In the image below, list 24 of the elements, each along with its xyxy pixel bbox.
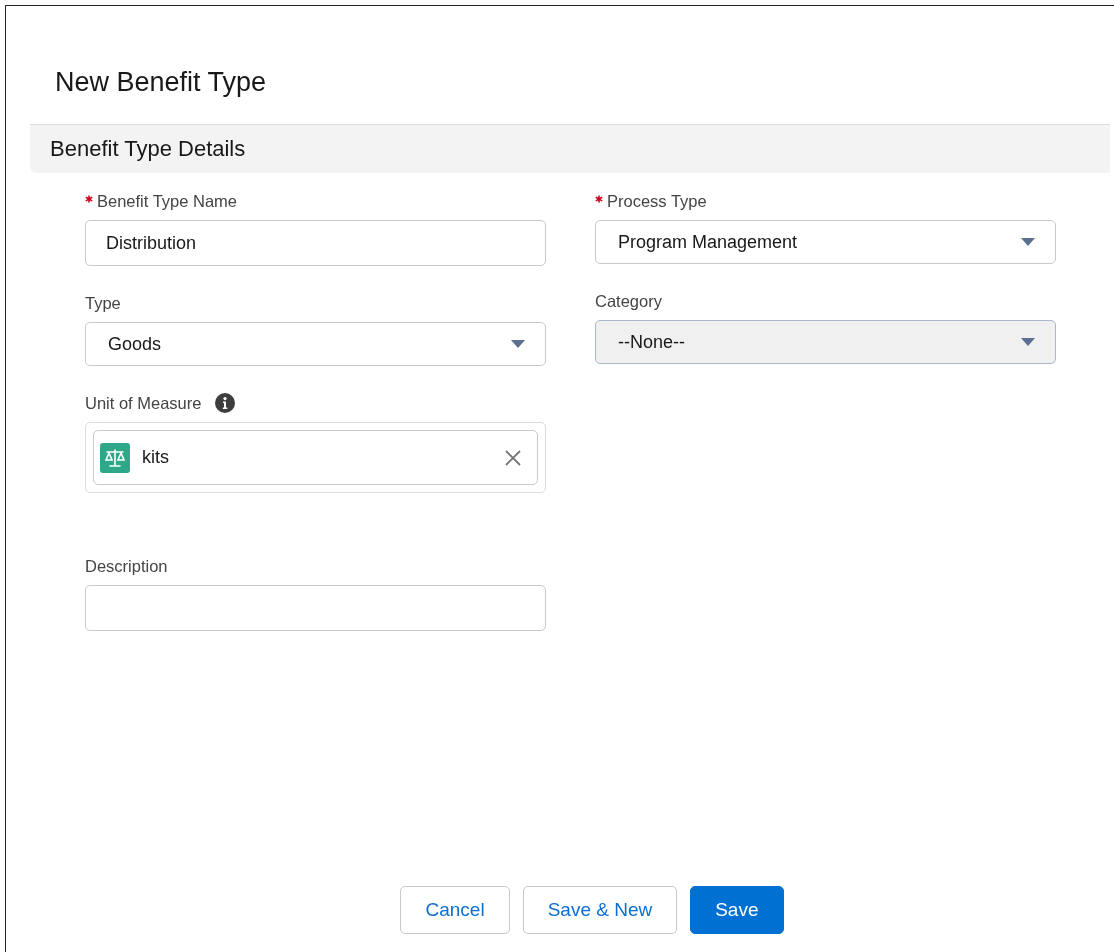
field-label: Benefit Type Name	[97, 191, 238, 211]
dropdown-field[interactable]: Goods	[85, 322, 546, 366]
info-icon[interactable]	[215, 393, 236, 413]
scale-icon	[100, 442, 130, 473]
selected-record-pill[interactable]: kits	[93, 430, 538, 485]
dropdown-caret-icon	[1021, 238, 1035, 246]
primary-button[interactable]: Save	[690, 886, 784, 934]
field-label: Category	[595, 291, 662, 311]
secondary-button[interactable]: Cancel	[400, 886, 510, 934]
section-header: Benefit Type Details	[30, 124, 1110, 173]
dropdown-caret-icon	[1021, 338, 1035, 346]
modal-title: New Benefit Type	[55, 67, 268, 99]
dropdown-caret-icon	[511, 340, 525, 348]
text-input-field[interactable]: Distribution	[85, 220, 546, 266]
field-label: Description	[85, 556, 168, 576]
text-input-field[interactable]	[85, 585, 546, 631]
lookup-field[interactable]: kits	[85, 422, 546, 493]
field-label: Unit of Measure	[85, 393, 202, 413]
remove-icon[interactable]	[505, 449, 521, 466]
field-label: Process Type	[607, 191, 707, 211]
secondary-button[interactable]: Save & New	[522, 886, 678, 934]
record-name: kits	[142, 447, 170, 468]
field-label: Type	[85, 293, 121, 313]
dropdown-field[interactable]: Program Management	[595, 220, 1056, 264]
